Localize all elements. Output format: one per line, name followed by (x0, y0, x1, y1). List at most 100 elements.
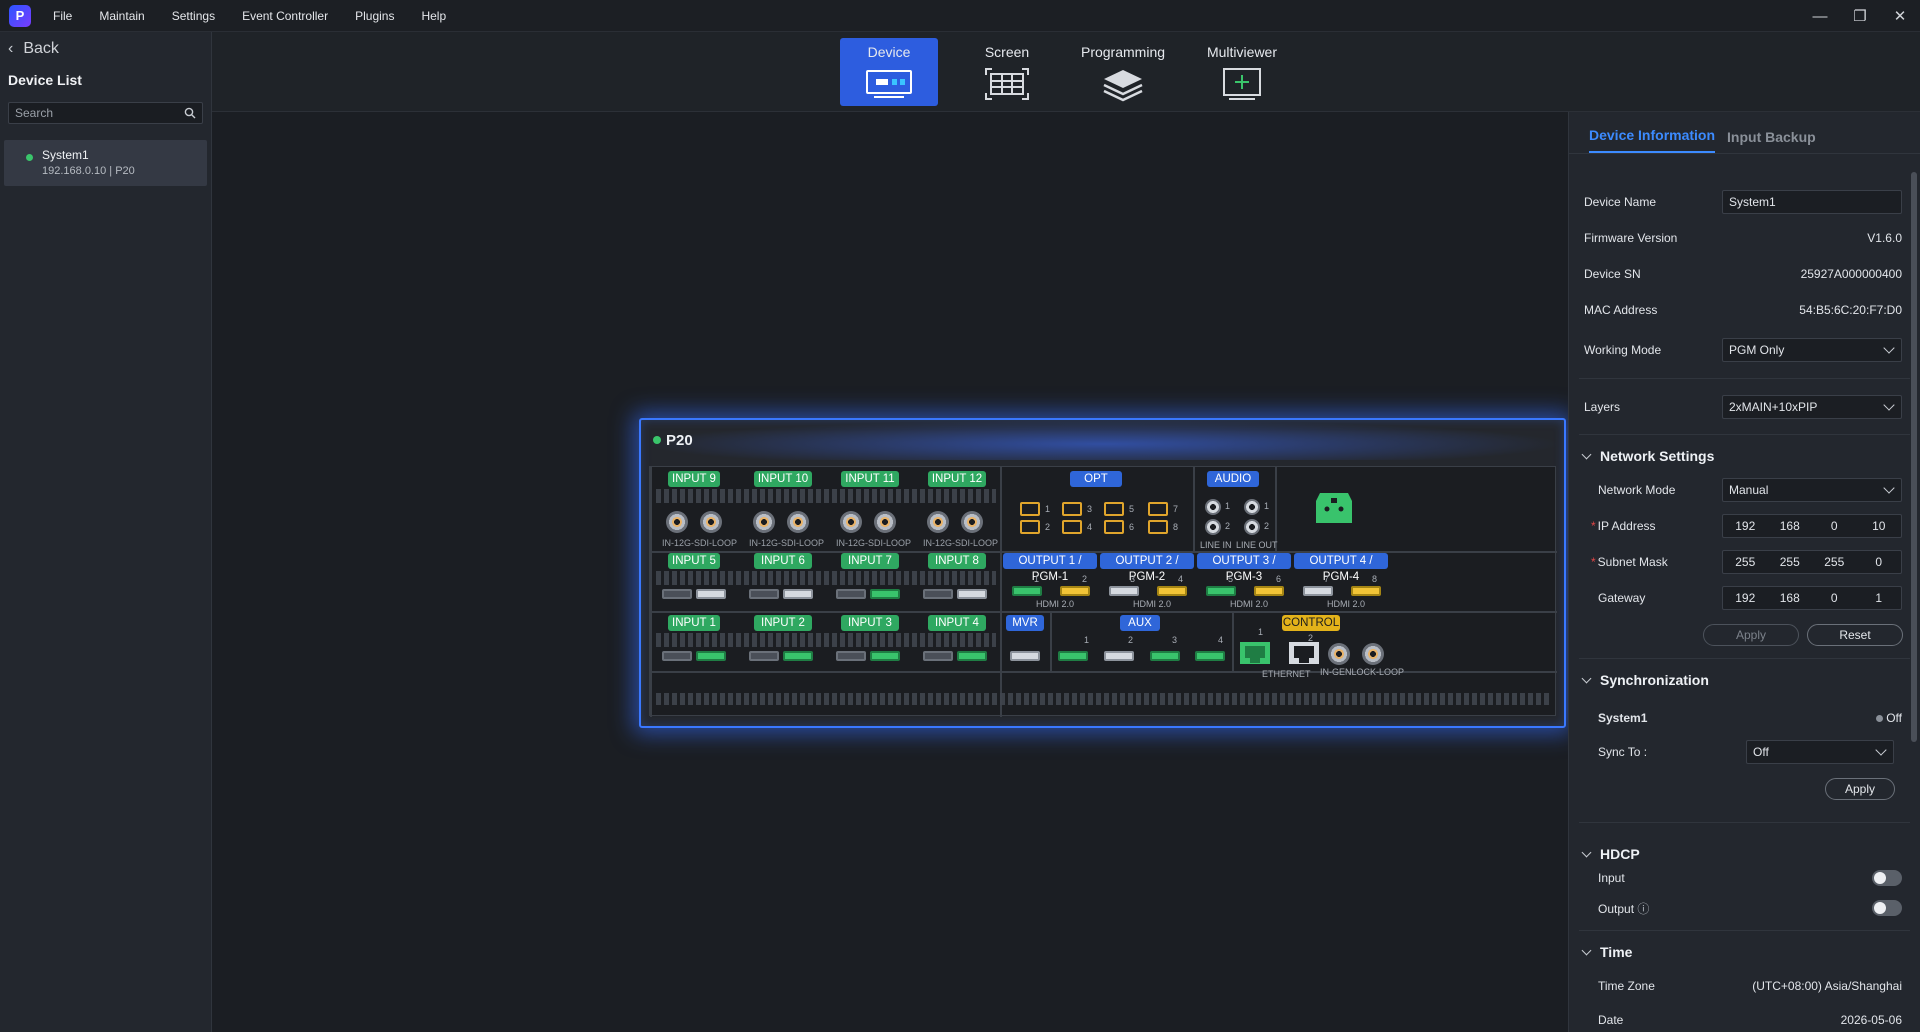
network-mode-select[interactable]: Manual (1722, 478, 1902, 502)
aux-port[interactable] (1195, 651, 1225, 661)
displayport-port[interactable] (749, 651, 779, 661)
sfp-port[interactable] (1020, 520, 1040, 534)
ip-octet[interactable]: 10 (1857, 515, 1902, 537)
mask-octet[interactable]: 255 (1768, 551, 1813, 573)
sfp-port[interactable] (1148, 520, 1168, 534)
gateway-octet[interactable]: 168 (1768, 587, 1813, 609)
mask-octet[interactable]: 255 (1723, 551, 1768, 573)
ip-octet[interactable]: 192 (1723, 515, 1768, 537)
tab-screen[interactable]: Screen (958, 38, 1056, 106)
time-header[interactable]: Time (1581, 944, 1632, 960)
gateway-octet[interactable]: 192 (1723, 587, 1768, 609)
ethernet-port-icon[interactable] (1288, 641, 1320, 669)
bnc-port[interactable] (666, 511, 688, 533)
bnc-port[interactable] (961, 511, 983, 533)
hdmi-output-port[interactable] (1206, 586, 1236, 596)
displayport-port[interactable] (836, 589, 866, 599)
search-input[interactable] (9, 103, 202, 123)
layers-select[interactable]: 2xMAIN+10xPIP (1722, 395, 1902, 419)
menu-plugins[interactable]: Plugins (355, 9, 394, 23)
gateway-octet[interactable]: 0 (1812, 587, 1857, 609)
restore-button[interactable]: ❐ (1840, 0, 1880, 32)
hdcp-input-toggle[interactable] (1872, 870, 1902, 886)
info-icon[interactable]: ⓘ (1637, 902, 1649, 916)
displayport-port[interactable] (749, 589, 779, 599)
hdmi-output-port[interactable] (1303, 586, 1333, 596)
device-panel[interactable]: P20 INPUT 9 INPUT 10 INPUT 11 INPUT 12 I… (639, 418, 1566, 728)
hdmi-output-port[interactable] (1060, 586, 1090, 596)
scrollbar[interactable] (1911, 172, 1917, 742)
network-reset-button[interactable]: Reset (1807, 624, 1903, 646)
genlock-bnc-port[interactable] (1328, 643, 1350, 665)
displayport-port[interactable] (923, 589, 953, 599)
mask-octet[interactable]: 0 (1857, 551, 1902, 573)
sfp-port[interactable] (1020, 502, 1040, 516)
synchronization-header[interactable]: Synchronization (1581, 672, 1709, 688)
hdmi-output-port[interactable] (1109, 586, 1139, 596)
displayport-port[interactable] (923, 651, 953, 661)
search-icon[interactable] (184, 107, 196, 119)
sfp-port[interactable] (1062, 520, 1082, 534)
audio-jack[interactable] (1205, 519, 1221, 535)
displayport-port[interactable] (662, 589, 692, 599)
hdmi-port[interactable] (696, 589, 726, 599)
sfp-port[interactable] (1062, 502, 1082, 516)
menu-settings[interactable]: Settings (172, 9, 215, 23)
tab-multiviewer[interactable]: Multiviewer (1193, 38, 1291, 106)
hdmi-output-port[interactable] (1157, 586, 1187, 596)
mask-octet[interactable]: 255 (1812, 551, 1857, 573)
hdmi-port[interactable] (870, 651, 900, 661)
ip-octet[interactable]: 168 (1768, 515, 1813, 537)
hdcp-output-toggle[interactable] (1872, 900, 1902, 916)
hdmi-output-port[interactable] (1012, 586, 1042, 596)
hdmi-port[interactable] (870, 589, 900, 599)
sfp-port[interactable] (1104, 502, 1124, 516)
hdmi-port[interactable] (957, 651, 987, 661)
genlock-bnc-port[interactable] (1362, 643, 1384, 665)
displayport-port[interactable] (836, 651, 866, 661)
network-apply-button[interactable]: Apply (1703, 624, 1799, 646)
hdmi-port[interactable] (783, 651, 813, 661)
bnc-port[interactable] (874, 511, 896, 533)
device-name-field[interactable]: System1 (1722, 190, 1902, 214)
sync-to-select[interactable]: Off (1746, 740, 1894, 764)
menu-event-controller[interactable]: Event Controller (242, 9, 328, 23)
close-button[interactable]: ✕ (1880, 0, 1920, 32)
aux-port[interactable] (1104, 651, 1134, 661)
displayport-port[interactable] (662, 651, 692, 661)
ip-address-field[interactable]: 192 168 0 10 (1722, 514, 1902, 538)
ip-octet[interactable]: 0 (1812, 515, 1857, 537)
tab-input-backup[interactable]: Input Backup (1727, 129, 1816, 153)
bnc-port[interactable] (753, 511, 775, 533)
hdmi-port[interactable] (696, 651, 726, 661)
hdmi-output-port[interactable] (1254, 586, 1284, 596)
ethernet-port-icon[interactable] (1239, 641, 1271, 669)
audio-jack[interactable] (1244, 499, 1260, 515)
aux-port[interactable] (1150, 651, 1180, 661)
menu-file[interactable]: File (53, 9, 72, 23)
audio-jack[interactable] (1205, 499, 1221, 515)
menu-help[interactable]: Help (421, 9, 446, 23)
sfp-port[interactable] (1104, 520, 1124, 534)
network-settings-header[interactable]: Network Settings (1581, 448, 1714, 464)
hdmi-output-port[interactable] (1351, 586, 1381, 596)
hdcp-header[interactable]: HDCP (1581, 846, 1640, 862)
device-list-item[interactable]: System1 192.168.0.10 | P20 (4, 140, 207, 186)
audio-jack[interactable] (1244, 519, 1260, 535)
tab-device-information[interactable]: Device Information (1589, 127, 1716, 153)
hdmi-port[interactable] (957, 589, 987, 599)
gateway-octet[interactable]: 1 (1857, 587, 1902, 609)
menu-maintain[interactable]: Maintain (99, 9, 144, 23)
bnc-port[interactable] (927, 511, 949, 533)
aux-port[interactable] (1058, 651, 1088, 661)
bnc-port[interactable] (700, 511, 722, 533)
mvr-output-port[interactable] (1010, 651, 1040, 661)
hdmi-port[interactable] (783, 589, 813, 599)
working-mode-select[interactable]: PGM Only (1722, 338, 1902, 362)
bnc-port[interactable] (840, 511, 862, 533)
bnc-port[interactable] (787, 511, 809, 533)
back-button[interactable]: ‹ Back (0, 32, 211, 66)
minimize-button[interactable]: — (1800, 0, 1840, 32)
sfp-port[interactable] (1148, 502, 1168, 516)
tab-programming[interactable]: Programming (1074, 38, 1172, 106)
